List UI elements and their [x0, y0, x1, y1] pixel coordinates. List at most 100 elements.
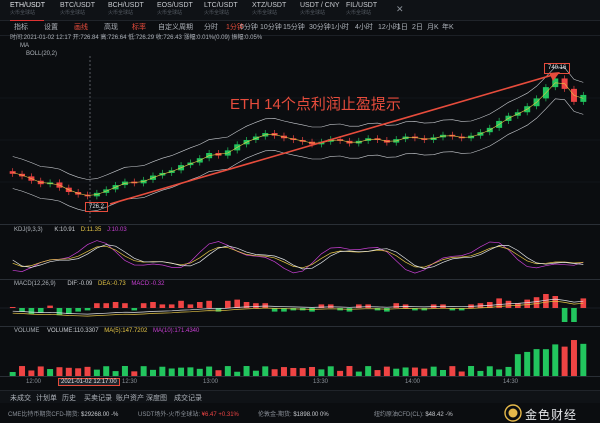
tab-exchange: 火币全球站	[252, 10, 278, 16]
volume-bar	[411, 367, 418, 376]
period-button[interactable]: 1日	[397, 23, 408, 33]
period-button[interactable]: 5分钟	[240, 23, 258, 33]
macd-bar	[346, 308, 353, 312]
volume-bar	[505, 366, 512, 376]
macd-bar	[122, 303, 128, 308]
fullscreen-button[interactable]: 标率	[132, 23, 146, 33]
period-button[interactable]: 年K	[442, 23, 454, 33]
kdj-d-line	[12, 245, 584, 269]
volume-bar	[103, 366, 110, 376]
order-tab[interactable]: 成交记录	[174, 393, 202, 403]
order-tab[interactable]: 账户资产	[116, 393, 144, 403]
macd-bar	[234, 299, 240, 308]
period-button[interactable]: 15分钟	[283, 23, 305, 33]
macd-bar	[552, 296, 559, 308]
macd-bar	[9, 307, 16, 308]
pane-separator	[0, 326, 600, 327]
period-button[interactable]: 分时	[204, 23, 218, 33]
volume-bar	[318, 369, 325, 376]
custom-period-button[interactable]: 自定义周期	[158, 23, 193, 33]
volume-bar	[271, 369, 278, 376]
symbol-tab[interactable]: ETH/USDT 火币全球站	[10, 2, 45, 21]
volume-bar	[449, 366, 456, 376]
symbol-tab[interactable]: USDT / CNY 火币全球站	[300, 2, 340, 18]
time-tick: 13:30	[313, 379, 329, 385]
order-tab[interactable]: 计划单	[36, 393, 57, 403]
macd-bar	[28, 308, 35, 314]
volume-bar	[168, 368, 175, 376]
candle-body	[580, 94, 587, 102]
tab-exchange: 火币全球站	[346, 10, 372, 16]
volume-bar	[56, 367, 63, 376]
volume-bar	[262, 366, 269, 376]
order-tab[interactable]: 历史	[62, 393, 76, 403]
macd-bar	[168, 304, 175, 308]
period-button[interactable]: 月K	[427, 23, 439, 33]
draw-button[interactable]: 画线	[74, 23, 88, 33]
time-tick: 14:00	[405, 379, 421, 385]
volume-bar	[159, 366, 166, 376]
symbol-tab[interactable]: EOS/USDT 火币全球站	[157, 2, 193, 18]
macd-bar	[356, 304, 362, 308]
tab-exchange: 火币全球站	[300, 10, 326, 16]
macd-bar	[150, 302, 156, 308]
volume-bar	[84, 366, 91, 376]
kdj-label: KDJ(9,3,3) K:10.91 D:11.35 J:10.03	[14, 227, 127, 233]
macd-bar	[159, 304, 166, 308]
period-button[interactable]: 4小时	[355, 23, 373, 33]
indicator-button[interactable]: 指标	[14, 23, 28, 33]
symbol-tab[interactable]: BCH/USDT 火币全球站	[108, 2, 144, 18]
symbol-tab[interactable]: LTC/USDT 火币全球站	[204, 2, 238, 18]
symbol-tab[interactable]: BTC/USDT 火币全球站	[60, 2, 95, 18]
close-icon[interactable]: ✕	[396, 4, 404, 15]
macd-bar	[112, 302, 119, 308]
candlestick-chart[interactable]	[0, 56, 600, 224]
period-button[interactable]: 10分钟	[260, 23, 282, 33]
tab-symbol: EOS/USDT	[157, 2, 193, 9]
time-tick: 12:30	[122, 379, 138, 385]
period-button[interactable]: 30分钟	[309, 23, 331, 33]
volume-bar	[421, 368, 428, 376]
volume-bar	[580, 343, 587, 376]
ohlc-info-bar: 时间:2021-01-02 12:17 开:726.84 高:726.64 低:…	[0, 35, 600, 57]
hires-button[interactable]: 高现	[104, 23, 118, 33]
macd-bar	[56, 308, 63, 316]
order-tab[interactable]: 深度图	[146, 393, 167, 403]
order-tabs: 未成交 计划单 历史 买卖记录 账户资产 深度图 成交记录	[0, 390, 600, 404]
macd-bar	[571, 308, 577, 322]
volume-bar	[65, 367, 72, 376]
tab-symbol: LTC/USDT	[204, 2, 238, 9]
period-button[interactable]: 2日	[412, 23, 423, 33]
macd-bar	[84, 308, 91, 311]
macd-label: MACD(12,26,9) DIF:-0.09 DEA:-0.73 MACD:-…	[14, 281, 165, 287]
macd-bar	[225, 300, 231, 308]
volume-bar	[290, 367, 297, 376]
cursor-time-tag: 2021-01-02 12:17:00	[58, 378, 120, 386]
coin-logo-icon	[504, 404, 522, 422]
time-tick: 13:00	[203, 379, 219, 385]
volume-bar	[514, 354, 521, 376]
volume-bar	[533, 349, 540, 376]
tab-symbol: XTZ/USDT	[252, 2, 287, 9]
candle-body	[9, 171, 16, 174]
volume-bar	[37, 366, 44, 376]
kdj-chart	[12, 240, 584, 274]
order-tab[interactable]: 买卖记录	[84, 393, 112, 403]
pane-separator	[0, 279, 600, 280]
settings-button[interactable]: 设置	[44, 23, 58, 33]
symbol-tab[interactable]: FIL/USDT 火币全球站	[346, 2, 377, 18]
period-button[interactable]: 1小时	[331, 23, 349, 33]
tab-exchange: 火币全球站	[10, 10, 36, 16]
order-tab[interactable]: 未成交	[10, 393, 31, 403]
volume-bar	[178, 367, 185, 376]
symbol-tab[interactable]: XTZ/USDT 火币全球站	[252, 2, 286, 18]
kdj-k-line	[12, 244, 584, 270]
macd-bar	[206, 300, 212, 308]
volume-bar	[75, 368, 82, 376]
symbol-tabs: ETH/USDT 火币全球站 BTC/USDT 火币全球站 BCH/USDT 火币全球站 E…	[0, 0, 600, 21]
ticker-item: 纽约原油CFD(CL): $48.42 -%	[374, 412, 453, 418]
volume-bar	[542, 349, 549, 376]
volume-bar	[47, 369, 54, 376]
low-price-tag: 726.2	[85, 202, 109, 212]
volume-label: VOLUME VOLUME:110.3307 MA(5):147.7202 MA…	[14, 328, 200, 334]
